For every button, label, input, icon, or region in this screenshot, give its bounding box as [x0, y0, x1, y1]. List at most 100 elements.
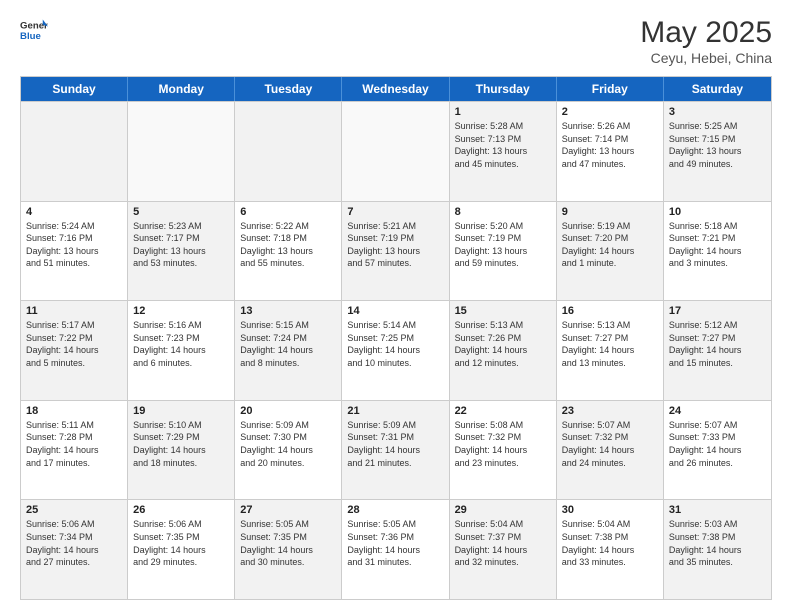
day-number: 11 [26, 305, 122, 317]
cal-header-monday: Monday [128, 77, 235, 101]
cal-header-tuesday: Tuesday [235, 77, 342, 101]
cell-text: Sunrise: 5:28 AM Sunset: 7:13 PM Dayligh… [455, 120, 551, 170]
day-number: 8 [455, 206, 551, 218]
cell-text: Sunrise: 5:24 AM Sunset: 7:16 PM Dayligh… [26, 220, 122, 270]
calendar-subtitle: Ceyu, Hebei, China [640, 50, 772, 66]
day-number: 26 [133, 504, 229, 516]
cell-text: Sunrise: 5:05 AM Sunset: 7:35 PM Dayligh… [240, 518, 336, 568]
cal-cell-11: 11Sunrise: 5:17 AM Sunset: 7:22 PM Dayli… [21, 301, 128, 400]
cal-cell-31: 31 Sunrise: 5:03 AM Sunset: 7:38 PM Dayli… [664, 500, 771, 599]
day-number: 3 [669, 106, 766, 118]
day-number: 15 [455, 305, 551, 317]
cal-header-saturday: Saturday [664, 77, 771, 101]
calendar-header-row: SundayMondayTuesdayWednesdayThursdayFrid… [21, 77, 771, 101]
day-number: 7 [347, 206, 443, 218]
day-number: 12 [133, 305, 229, 317]
header: General Blue May 2025 Ceyu, Hebei, China [20, 16, 772, 66]
svg-text:Blue: Blue [20, 31, 41, 42]
cal-cell-14: 14 Sunrise: 5:14 AM Sunset: 7:25 PM Dayli… [342, 301, 449, 400]
cell-text: Sunrise: 5:07 AM Sunset: 7:33 PM Dayligh… [669, 419, 766, 469]
cell-text: Sunrise: 5:13 AM Sunset: 7:27 PM Dayligh… [562, 319, 658, 369]
day-number: 19 [133, 405, 229, 417]
logo-icon: General Blue [20, 16, 48, 44]
cell-text: Sunrise: 5:09 AM Sunset: 7:30 PM Dayligh… [240, 419, 336, 469]
cell-text: Sunrise: 5:18 AM Sunset: 7:21 PM Dayligh… [669, 220, 766, 270]
day-number: 18 [26, 405, 122, 417]
day-number: 14 [347, 305, 443, 317]
cal-cell-8: 8 Sunrise: 5:20 AM Sunset: 7:19 PM Daylig… [450, 202, 557, 301]
cal-cell-9: 9Sunrise: 5:19 AM Sunset: 7:20 PM Daylig… [557, 202, 664, 301]
cal-cell-29: 29 Sunrise: 5:04 AM Sunset: 7:37 PM Dayli… [450, 500, 557, 599]
cell-text: Sunrise: 5:05 AM Sunset: 7:36 PM Dayligh… [347, 518, 443, 568]
cal-week-1: 4 Sunrise: 5:24 AM Sunset: 7:16 PM Daylig… [21, 201, 771, 301]
cal-cell-2: 2Sunrise: 5:26 AM Sunset: 7:14 PM Daylig… [557, 102, 664, 201]
day-number: 22 [455, 405, 551, 417]
cell-text: Sunrise: 5:06 AM Sunset: 7:34 PM Dayligh… [26, 518, 122, 568]
cal-cell-5: 5 Sunrise: 5:23 AM Sunset: 7:17 PM Daylig… [128, 202, 235, 301]
cal-cell-24: 24 Sunrise: 5:07 AM Sunset: 7:33 PM Dayli… [664, 401, 771, 500]
day-number: 13 [240, 305, 336, 317]
cal-cell-20: 20 Sunrise: 5:09 AM Sunset: 7:30 PM Dayli… [235, 401, 342, 500]
cal-cell-12: 12 Sunrise: 5:16 AM Sunset: 7:23 PM Dayli… [128, 301, 235, 400]
cell-text: Sunrise: 5:10 AM Sunset: 7:29 PM Dayligh… [133, 419, 229, 469]
cell-text: Sunrise: 5:08 AM Sunset: 7:32 PM Dayligh… [455, 419, 551, 469]
cal-cell-empty-0-0 [21, 102, 128, 201]
cell-text: Sunrise: 5:26 AM Sunset: 7:14 PM Dayligh… [562, 120, 658, 170]
cal-cell-22: 22 Sunrise: 5:08 AM Sunset: 7:32 PM Dayli… [450, 401, 557, 500]
cal-cell-empty-0-3 [342, 102, 449, 201]
cell-text: Sunrise: 5:22 AM Sunset: 7:18 PM Dayligh… [240, 220, 336, 270]
day-number: 10 [669, 206, 766, 218]
cal-cell-23: 23 Sunrise: 5:07 AM Sunset: 7:32 PM Dayli… [557, 401, 664, 500]
cal-cell-28: 28 Sunrise: 5:05 AM Sunset: 7:36 PM Dayli… [342, 500, 449, 599]
cal-cell-6: 6 Sunrise: 5:22 AM Sunset: 7:18 PM Daylig… [235, 202, 342, 301]
day-number: 23 [562, 405, 658, 417]
title-block: May 2025 Ceyu, Hebei, China [640, 16, 772, 66]
cell-text: Sunrise: 5:12 AM Sunset: 7:27 PM Dayligh… [669, 319, 766, 369]
cell-text: Sunrise: 5:20 AM Sunset: 7:19 PM Dayligh… [455, 220, 551, 270]
cal-cell-15: 15Sunrise: 5:13 AM Sunset: 7:26 PM Dayli… [450, 301, 557, 400]
cell-text: Sunrise: 5:14 AM Sunset: 7:25 PM Dayligh… [347, 319, 443, 369]
cal-cell-4: 4 Sunrise: 5:24 AM Sunset: 7:16 PM Daylig… [21, 202, 128, 301]
cal-header-sunday: Sunday [21, 77, 128, 101]
cal-week-0: 1Sunrise: 5:28 AM Sunset: 7:13 PM Daylig… [21, 101, 771, 201]
cell-text: Sunrise: 5:16 AM Sunset: 7:23 PM Dayligh… [133, 319, 229, 369]
day-number: 29 [455, 504, 551, 516]
cell-text: Sunrise: 5:21 AM Sunset: 7:19 PM Dayligh… [347, 220, 443, 270]
cal-week-3: 18 Sunrise: 5:11 AM Sunset: 7:28 PM Dayli… [21, 400, 771, 500]
cal-cell-7: 7 Sunrise: 5:21 AM Sunset: 7:19 PM Daylig… [342, 202, 449, 301]
day-number: 28 [347, 504, 443, 516]
cell-text: Sunrise: 5:23 AM Sunset: 7:17 PM Dayligh… [133, 220, 229, 270]
page: General Blue May 2025 Ceyu, Hebei, China… [0, 0, 792, 612]
day-number: 25 [26, 504, 122, 516]
cell-text: Sunrise: 5:04 AM Sunset: 7:37 PM Dayligh… [455, 518, 551, 568]
cell-text: Sunrise: 5:09 AM Sunset: 7:31 PM Dayligh… [347, 419, 443, 469]
cal-cell-27: 27Sunrise: 5:05 AM Sunset: 7:35 PM Dayli… [235, 500, 342, 599]
cell-text: Sunrise: 5:04 AM Sunset: 7:38 PM Dayligh… [562, 518, 658, 568]
day-number: 20 [240, 405, 336, 417]
cal-week-2: 11Sunrise: 5:17 AM Sunset: 7:22 PM Dayli… [21, 300, 771, 400]
day-number: 16 [562, 305, 658, 317]
calendar-body: 1Sunrise: 5:28 AM Sunset: 7:13 PM Daylig… [21, 101, 771, 599]
cal-cell-1: 1Sunrise: 5:28 AM Sunset: 7:13 PM Daylig… [450, 102, 557, 201]
cal-cell-16: 16 Sunrise: 5:13 AM Sunset: 7:27 PM Dayli… [557, 301, 664, 400]
cell-text: Sunrise: 5:15 AM Sunset: 7:24 PM Dayligh… [240, 319, 336, 369]
logo: General Blue [20, 16, 48, 44]
day-number: 9 [562, 206, 658, 218]
cal-cell-30: 30 Sunrise: 5:04 AM Sunset: 7:38 PM Dayli… [557, 500, 664, 599]
cell-text: Sunrise: 5:11 AM Sunset: 7:28 PM Dayligh… [26, 419, 122, 469]
cal-cell-26: 26Sunrise: 5:06 AM Sunset: 7:35 PM Dayli… [128, 500, 235, 599]
cell-text: Sunrise: 5:03 AM Sunset: 7:38 PM Dayligh… [669, 518, 766, 568]
cal-cell-13: 13 Sunrise: 5:15 AM Sunset: 7:24 PM Dayli… [235, 301, 342, 400]
day-number: 24 [669, 405, 766, 417]
cell-text: Sunrise: 5:07 AM Sunset: 7:32 PM Dayligh… [562, 419, 658, 469]
day-number: 30 [562, 504, 658, 516]
day-number: 4 [26, 206, 122, 218]
day-number: 21 [347, 405, 443, 417]
day-number: 5 [133, 206, 229, 218]
day-number: 31 [669, 504, 766, 516]
calendar: SundayMondayTuesdayWednesdayThursdayFrid… [20, 76, 772, 600]
calendar-title: May 2025 [640, 16, 772, 50]
day-number: 6 [240, 206, 336, 218]
cal-header-thursday: Thursday [450, 77, 557, 101]
cal-header-wednesday: Wednesday [342, 77, 449, 101]
